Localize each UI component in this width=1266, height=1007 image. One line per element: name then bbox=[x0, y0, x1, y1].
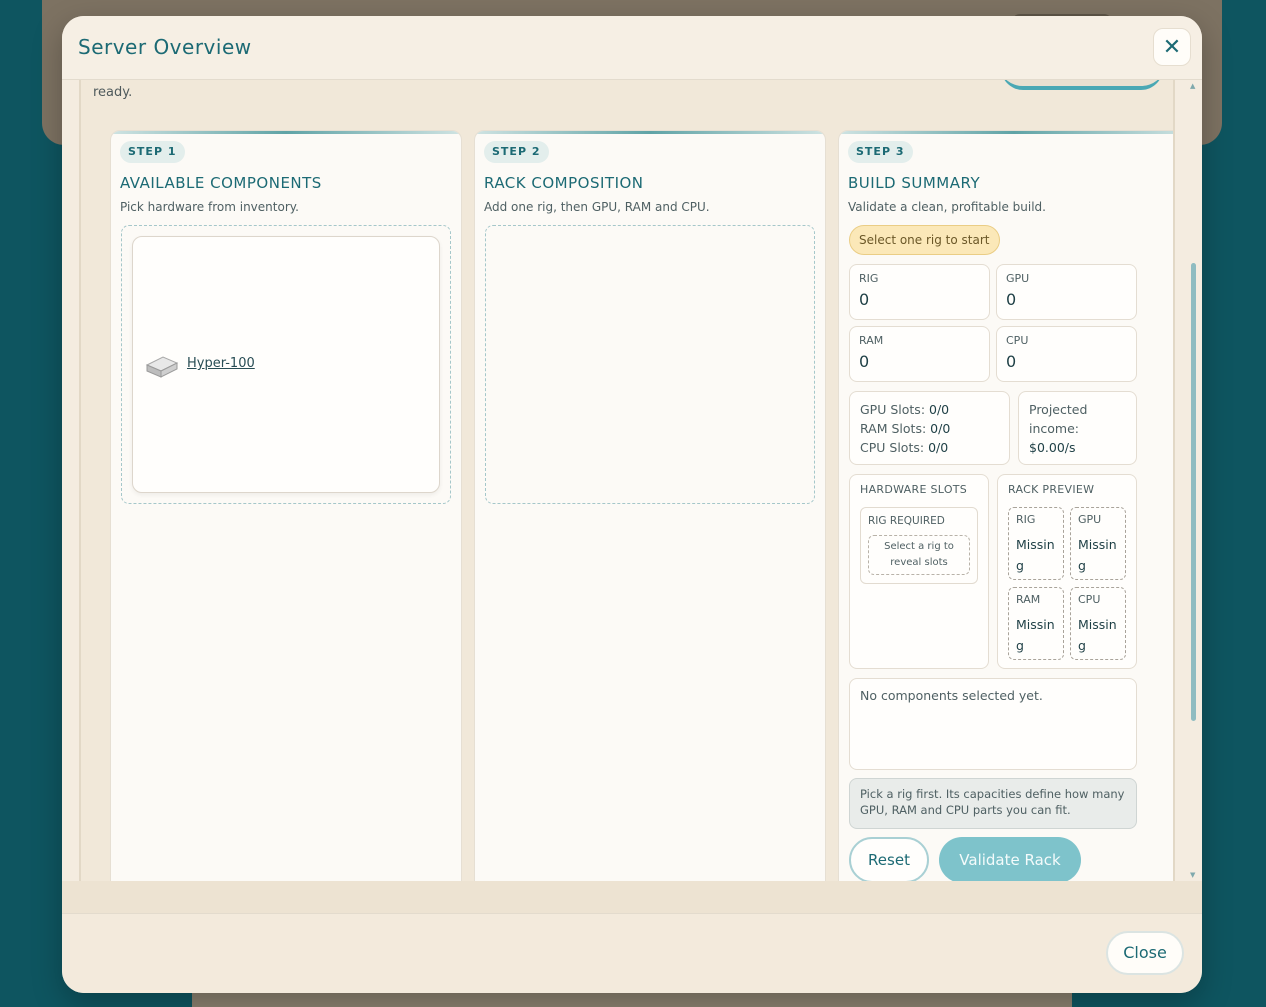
modal-body: ready. STEP 1 AVAILABLE COMPONENTS Pick … bbox=[79, 80, 1175, 881]
gpu-slots-row: GPU Slots: 0/0 bbox=[860, 400, 999, 419]
rack-preview-panel: RACK PREVIEW RIG Missing GPU Missing RAM… bbox=[997, 474, 1137, 669]
hardware-slots-heading: HARDWARE SLOTS bbox=[860, 483, 968, 496]
cpu-slots-value: 0/0 bbox=[928, 440, 949, 455]
stat-value: 0 bbox=[859, 352, 870, 371]
modal-header: Server Overview ✕ bbox=[62, 16, 1202, 80]
ram-count-card: RAM 0 bbox=[849, 326, 990, 382]
slots-summary: GPU Slots: 0/0 RAM Slots: 0/0 CPU Slots:… bbox=[849, 391, 1010, 465]
cpu-slots-row: CPU Slots: 0/0 bbox=[860, 438, 999, 457]
rack-drop-zone[interactable] bbox=[485, 225, 815, 504]
hardware-slots-panel: HARDWARE SLOTS RIG REQUIRED Select a rig… bbox=[849, 474, 989, 669]
preview-slot-ram: RAM Missing bbox=[1008, 587, 1064, 660]
preview-slot-value: Missing bbox=[1078, 537, 1117, 573]
status-pill: Select one rig to start bbox=[849, 225, 1000, 255]
gpu-count-card: GPU 0 bbox=[996, 264, 1137, 320]
component-card[interactable]: Hyper-100 bbox=[132, 236, 440, 493]
step-3-column: STEP 3 BUILD SUMMARY Validate a clean, p… bbox=[838, 130, 1173, 881]
stat-label: GPU bbox=[1006, 272, 1030, 285]
component-name-link[interactable]: Hyper-100 bbox=[187, 356, 255, 371]
step-2-column: STEP 2 RACK COMPOSITION Add one rig, the… bbox=[474, 130, 826, 881]
gpu-slots-label: GPU Slots: bbox=[860, 402, 926, 417]
top-action-button-edge[interactable] bbox=[1001, 80, 1163, 90]
ram-slots-value: 0/0 bbox=[930, 421, 951, 436]
gpu-slots-value: 0/0 bbox=[929, 402, 950, 417]
preview-slot-rig: RIG Missing bbox=[1008, 507, 1064, 580]
cpu-slots-label: CPU Slots: bbox=[860, 440, 925, 455]
stat-label: RIG bbox=[859, 272, 879, 285]
scroll-up-arrow-icon[interactable]: ▲ bbox=[1190, 82, 1195, 90]
scroll-down-arrow-icon[interactable]: ▼ bbox=[1190, 871, 1195, 879]
step-badge: STEP 2 bbox=[484, 141, 549, 163]
preview-slot-value: Missing bbox=[1016, 617, 1055, 653]
build-hint: Pick a rig first. Its capacities define … bbox=[849, 778, 1137, 829]
stat-label: CPU bbox=[1006, 334, 1029, 347]
step-badge: STEP 1 bbox=[120, 141, 185, 163]
column-accent-bar bbox=[475, 131, 825, 134]
close-icon[interactable]: ✕ bbox=[1153, 28, 1191, 66]
income-row: income: $0.00/s bbox=[1029, 419, 1126, 457]
close-button[interactable]: Close bbox=[1106, 931, 1184, 975]
preview-slot-cpu: CPU Missing bbox=[1070, 587, 1126, 660]
stat-value: 0 bbox=[859, 290, 870, 309]
column-subtitle: Validate a clean, profitable build. bbox=[848, 200, 1046, 214]
preview-slot-label: CPU bbox=[1078, 593, 1101, 606]
column-accent-bar bbox=[839, 131, 1173, 134]
income-value: $0.00/s bbox=[1029, 440, 1076, 455]
ram-slots-label: RAM Slots: bbox=[860, 421, 927, 436]
preview-slot-value: Missing bbox=[1078, 617, 1117, 653]
rig-count-card: RIG 0 bbox=[849, 264, 990, 320]
preview-slot-label: RAM bbox=[1016, 593, 1041, 606]
scroll-thumb[interactable] bbox=[1191, 263, 1196, 721]
rig-required-label: RIG REQUIRED bbox=[868, 515, 945, 527]
income-label-2: income: bbox=[1029, 421, 1079, 436]
rig-required-hint: Select a rig to reveal slots bbox=[868, 535, 970, 575]
server-rig-icon bbox=[145, 356, 179, 378]
column-accent-bar bbox=[111, 131, 461, 134]
cpu-count-card: CPU 0 bbox=[996, 326, 1137, 382]
validate-rack-button[interactable]: Validate Rack bbox=[939, 837, 1081, 881]
step-1-column: STEP 1 AVAILABLE COMPONENTS Pick hardwar… bbox=[110, 130, 462, 881]
column-subtitle: Pick hardware from inventory. bbox=[120, 200, 299, 214]
reset-button[interactable]: Reset bbox=[849, 837, 929, 881]
preview-slot-label: RIG bbox=[1016, 513, 1036, 526]
components-list: Hyper-100 bbox=[121, 225, 451, 504]
projected-income: Projected income: $0.00/s bbox=[1018, 391, 1137, 465]
modal-scrollbar[interactable]: ▲ ▼ bbox=[1189, 80, 1199, 881]
preview-slot-label: GPU bbox=[1078, 513, 1102, 526]
stat-label: RAM bbox=[859, 334, 884, 347]
rack-preview-heading: RACK PREVIEW bbox=[1008, 483, 1095, 496]
selected-components-list: No components selected yet. bbox=[849, 678, 1137, 770]
server-overview-modal: Server Overview ✕ ready. STEP 1 AVAILABL… bbox=[62, 16, 1202, 993]
stat-value: 0 bbox=[1006, 352, 1017, 371]
column-title: RACK COMPOSITION bbox=[484, 174, 644, 192]
ram-slots-row: RAM Slots: 0/0 bbox=[860, 419, 999, 438]
column-subtitle: Add one rig, then GPU, RAM and CPU. bbox=[484, 200, 710, 214]
rig-required-card: RIG REQUIRED Select a rig to reveal slot… bbox=[860, 507, 978, 584]
preview-slot-gpu: GPU Missing bbox=[1070, 507, 1126, 580]
ready-text: ready. bbox=[93, 85, 133, 100]
preview-slot-value: Missing bbox=[1016, 537, 1055, 573]
income-label-1: Projected bbox=[1029, 402, 1088, 417]
column-title: AVAILABLE COMPONENTS bbox=[120, 174, 322, 192]
modal-title: Server Overview bbox=[78, 35, 252, 59]
modal-footer: Close bbox=[62, 913, 1202, 993]
stat-value: 0 bbox=[1006, 290, 1017, 309]
step-badge: STEP 3 bbox=[848, 141, 913, 163]
column-title: BUILD SUMMARY bbox=[848, 174, 981, 192]
footer-divider bbox=[62, 881, 1202, 913]
